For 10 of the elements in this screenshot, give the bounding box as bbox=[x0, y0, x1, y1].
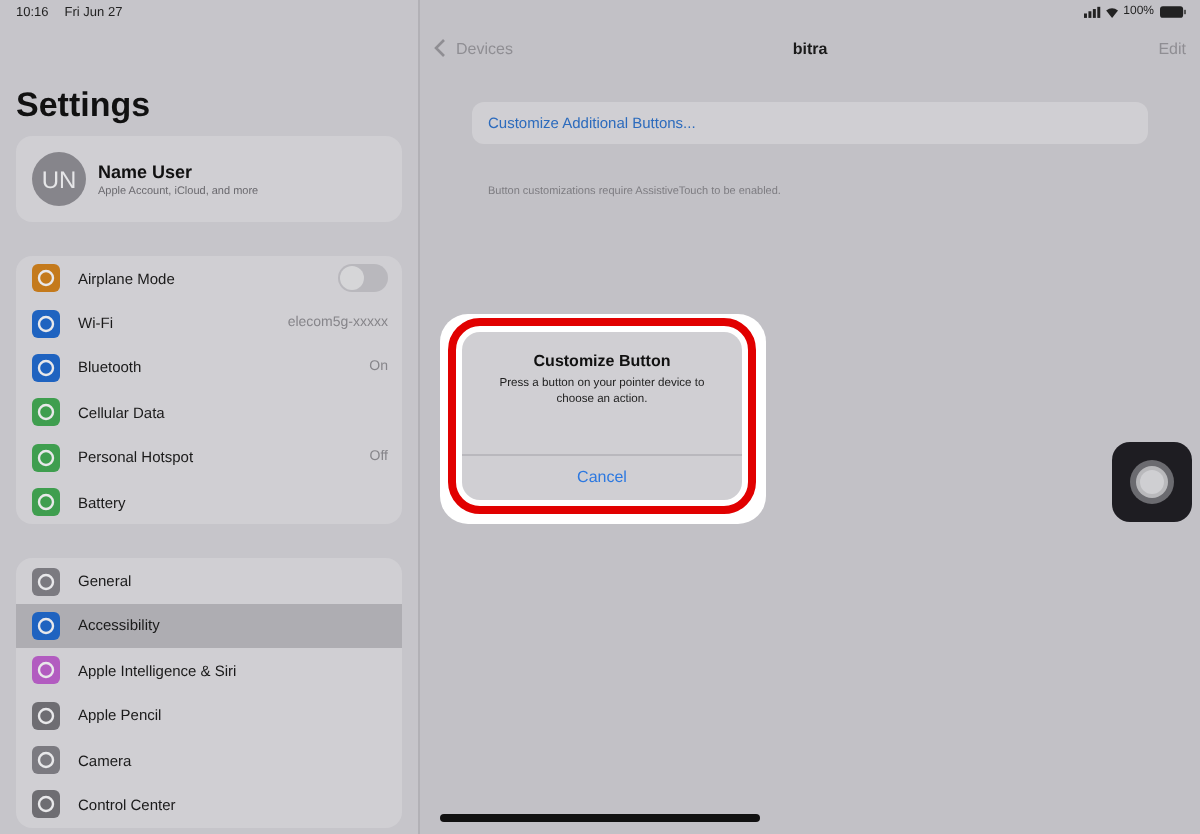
assistive-touch-button[interactable] bbox=[1112, 442, 1192, 522]
sidebar-title: Settings bbox=[16, 86, 153, 126]
battery-icon bbox=[1160, 6, 1186, 18]
profile-name: Name User bbox=[98, 161, 195, 181]
avatar: UN bbox=[32, 152, 86, 206]
status-icons bbox=[1083, 6, 1118, 18]
alert-title: Customize Button bbox=[533, 352, 671, 370]
nav-title: bitra bbox=[790, 39, 830, 57]
toggle-switch[interactable] bbox=[338, 264, 388, 293]
chevron-icon bbox=[434, 38, 446, 58]
